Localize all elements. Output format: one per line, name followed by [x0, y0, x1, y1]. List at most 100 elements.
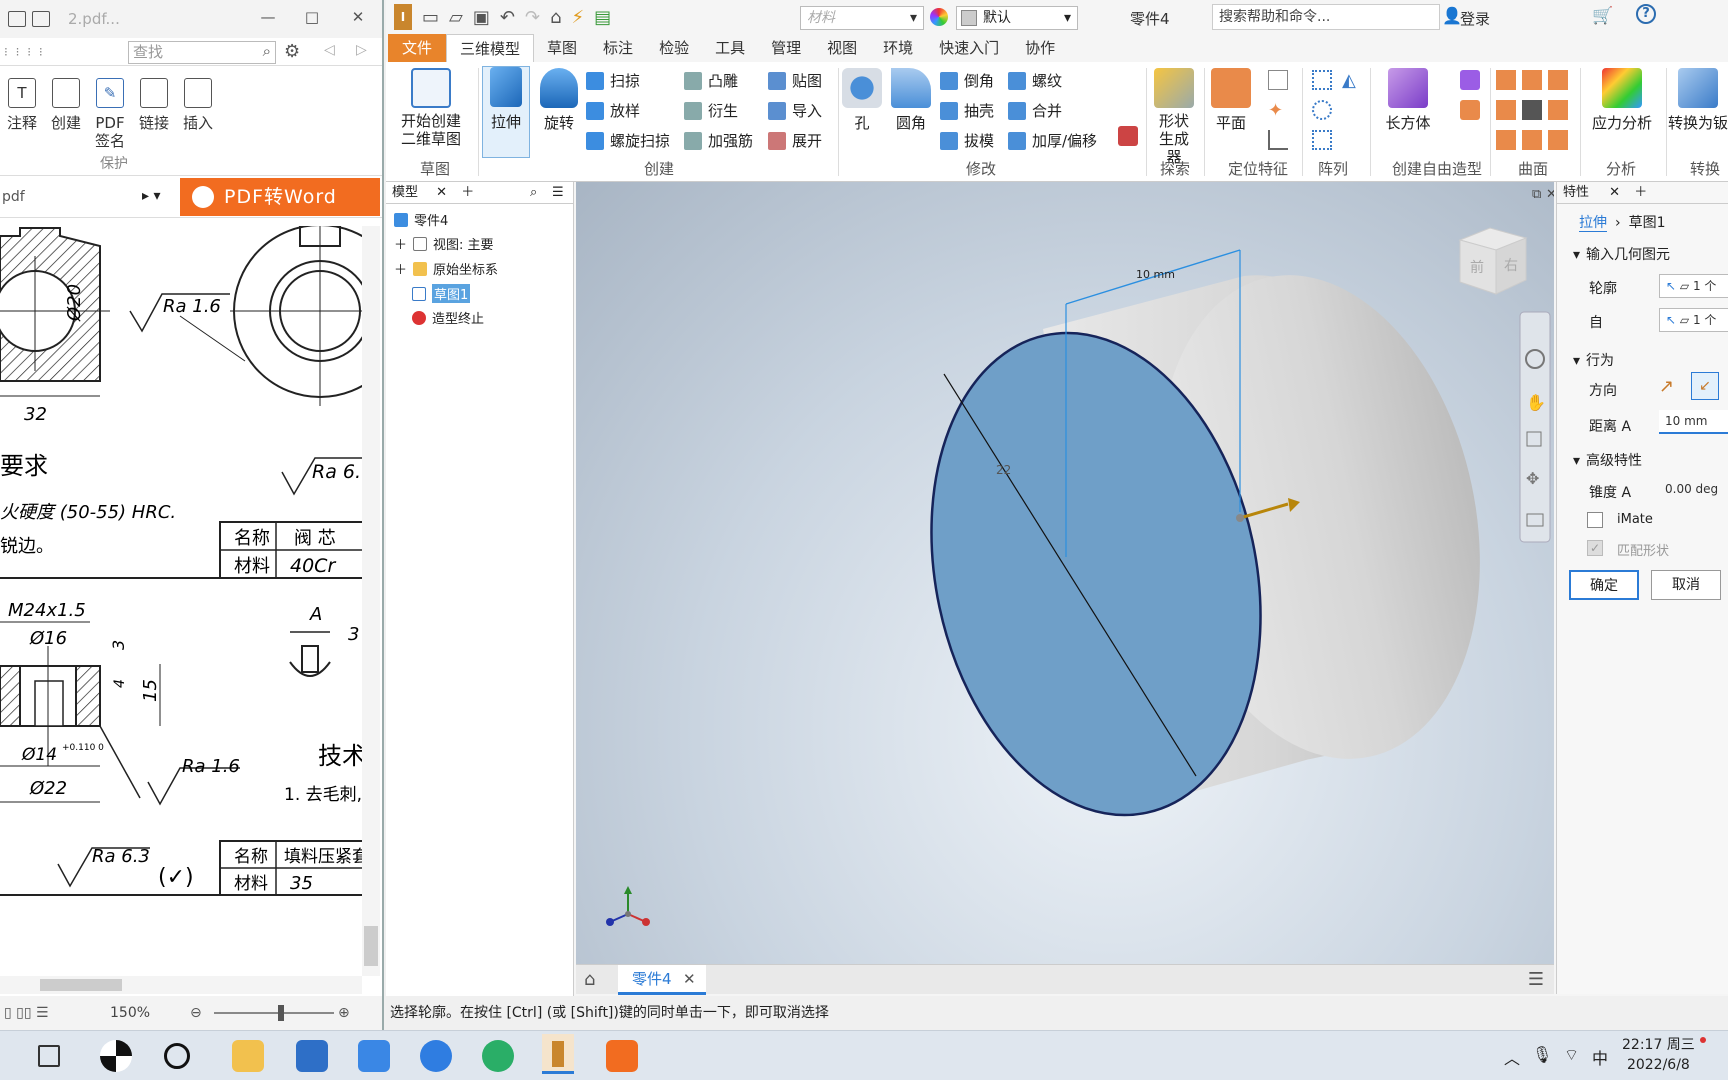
open-icon[interactable]: ▱	[449, 7, 463, 28]
tab-get-started[interactable]: 快速入门	[926, 34, 1012, 62]
ok-button[interactable]: 确定	[1569, 570, 1639, 600]
fit-mesh-icon[interactable]	[1548, 130, 1568, 150]
tab-properties[interactable]: 特性	[1563, 185, 1589, 200]
maximize-icon[interactable]: □	[300, 8, 324, 28]
save-icon[interactable]	[32, 11, 50, 27]
point-icon[interactable]: ✦	[1268, 100, 1283, 121]
split-icon[interactable]	[1522, 100, 1542, 120]
convert-sheetmetal-button[interactable]: 转换为钣	[1668, 68, 1728, 133]
tree-item-origin[interactable]: ＋ 原始坐标系	[394, 259, 498, 278]
microphone-icon[interactable]: 🎙	[1532, 1045, 1552, 1064]
close-icon[interactable]: ✕	[1609, 185, 1620, 200]
task-view-icon[interactable]	[38, 1045, 60, 1067]
color-wheel-icon[interactable]	[930, 8, 948, 26]
loft-button[interactable]: 放样	[586, 100, 640, 121]
taper-input[interactable]: 0.00 deg	[1659, 478, 1728, 502]
close-icon[interactable]: ✕	[436, 185, 447, 200]
import-button[interactable]: 导入	[768, 100, 822, 121]
patch-icon[interactable]	[1548, 70, 1568, 90]
shell-button[interactable]: 抽壳	[940, 100, 994, 121]
plane-button[interactable]: 平面	[1206, 68, 1256, 133]
chamfer-button[interactable]: 倒角	[940, 70, 994, 91]
login-button[interactable]: 登录	[1460, 8, 1490, 29]
redo-icon[interactable]: ↷	[525, 7, 540, 28]
restore-view-icon[interactable]: ⧉	[1532, 187, 1541, 202]
thicken-button[interactable]: 加厚/偏移	[1008, 130, 1097, 151]
distance-input[interactable]: 10 mm	[1659, 410, 1728, 434]
new-icon[interactable]: ▭	[422, 7, 439, 28]
revolve-button[interactable]: 旋转	[534, 68, 584, 133]
pdf-vertical-scrollbar[interactable]	[362, 226, 380, 976]
cart-icon[interactable]: 🛒	[1592, 6, 1613, 26]
tab-annotate[interactable]: 标注	[590, 34, 646, 62]
undo-icon[interactable]: ↶	[500, 7, 515, 28]
close-icon[interactable]: ✕	[346, 8, 370, 28]
link-button[interactable]: 链接	[132, 78, 176, 175]
ucs-icon[interactable]	[1268, 130, 1288, 150]
document-tab[interactable]: pdf	[2, 189, 152, 205]
zoom-out-icon[interactable]: ⊖	[190, 1005, 202, 1021]
gear-icon[interactable]: ⚙	[284, 41, 300, 62]
shape-generator-button[interactable]: 形状生成器	[1148, 68, 1200, 166]
appearance-dropdown[interactable]: 默认 ▾	[956, 6, 1078, 30]
zoom-level[interactable]: 150%	[110, 1005, 150, 1021]
close-view-icon[interactable]: ✕	[1546, 187, 1554, 202]
orbit-icon[interactable]: ✥	[1526, 469, 1539, 488]
profile-selector[interactable]: ↖ ▱ 1 个	[1659, 274, 1728, 298]
from-selector[interactable]: ↖ ▱ 1 个	[1659, 308, 1728, 332]
mirror-icon[interactable]: ◭	[1342, 70, 1356, 91]
circ-pattern-icon[interactable]	[1312, 100, 1332, 120]
photos-icon[interactable]	[296, 1040, 328, 1072]
repair-icon[interactable]	[1522, 130, 1542, 150]
direction-default-icon[interactable]: ↗	[1659, 376, 1674, 397]
search-input[interactable]: 查找 ⌕	[128, 41, 276, 64]
3d-viewport[interactable]: 22 10 mm 前 右 ✋ ✥ ⧉ ✕	[576, 182, 1554, 964]
create-button[interactable]: 创建	[44, 78, 88, 175]
sweep-button[interactable]: 扫掠	[586, 70, 640, 91]
unfold-button[interactable]: 展开	[768, 130, 822, 151]
file-explorer-icon[interactable]	[232, 1040, 264, 1072]
insert-button[interactable]: 插入	[176, 78, 220, 175]
direction-flip-icon[interactable]: ↙	[1691, 372, 1719, 400]
clock[interactable]: 22:17 周三 2022/6/8	[1622, 1035, 1695, 1075]
replace-face-icon[interactable]	[1496, 130, 1516, 150]
close-icon[interactable]: ✕	[683, 965, 696, 993]
tab-environments[interactable]: 环境	[870, 34, 926, 62]
annotate-button[interactable]: T 注释	[0, 78, 44, 175]
trim-icon[interactable]	[1496, 100, 1516, 120]
stitch-icon[interactable]	[1496, 70, 1516, 90]
select-icon[interactable]: ▤	[594, 7, 611, 28]
tab-scroll-icon[interactable]: ▸ ▾	[142, 188, 161, 204]
zoom-in-icon[interactable]: ⊕	[338, 1005, 350, 1021]
thread-button[interactable]: 螺纹	[1008, 70, 1062, 91]
stress-analysis-button[interactable]: 应力分析	[1582, 68, 1662, 133]
zoom-slider[interactable]	[214, 1005, 334, 1021]
help-icon[interactable]: ?	[1636, 4, 1656, 24]
extend-icon[interactable]	[1548, 100, 1568, 120]
imate-checkbox[interactable]	[1587, 512, 1603, 528]
pan-icon[interactable]: ✋	[1526, 393, 1546, 412]
direction-grip[interactable]	[1236, 514, 1244, 522]
tab-collaborate[interactable]: 协作	[1012, 34, 1068, 62]
save-icon[interactable]: ▣	[473, 7, 490, 28]
next-result-icon[interactable]: ▷	[356, 42, 367, 58]
expand-icon[interactable]: ＋	[394, 259, 407, 278]
wifi-icon[interactable]: ⌔	[1564, 1045, 1579, 1065]
decal-button[interactable]: 贴图	[768, 70, 822, 91]
freeform-convert-icon[interactable]	[1460, 100, 1480, 120]
search-icon[interactable]: ⌕	[263, 41, 271, 62]
input-method-indicator[interactable]: 中	[1592, 1045, 1608, 1069]
scroll-thumb-h[interactable]	[40, 979, 122, 991]
pinwheel-app-icon[interactable]	[100, 1040, 132, 1072]
show-hidden-icons[interactable]: ︿	[1504, 1045, 1520, 1069]
menu-icon[interactable]: ☰	[552, 182, 564, 204]
tab-tools[interactable]: 工具	[702, 34, 758, 62]
tree-root-part[interactable]: 零件4	[394, 210, 448, 229]
sketch-pattern-icon[interactable]	[1312, 130, 1332, 150]
tree-item-end-of-part[interactable]: 造型终止	[412, 308, 484, 327]
tab-file[interactable]: 文件	[388, 34, 447, 62]
pdf-app-icon[interactable]	[606, 1040, 638, 1072]
inventor-taskbar-icon[interactable]	[542, 1034, 574, 1074]
inventor-logo-icon[interactable]: I	[394, 4, 412, 30]
section-advanced[interactable]: ▾ 高级特性	[1573, 450, 1642, 470]
